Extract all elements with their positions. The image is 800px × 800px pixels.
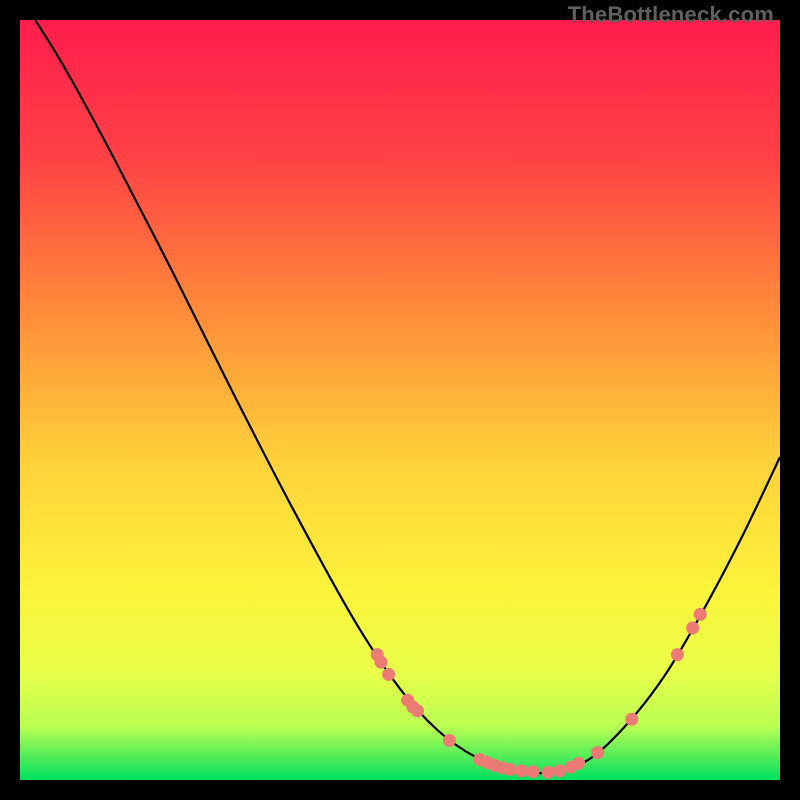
curve-marker (527, 765, 540, 778)
watermark-label: TheBottleneck.com (568, 2, 774, 28)
curve-marker (553, 764, 566, 777)
curve-marker (572, 757, 585, 770)
curve-marker (443, 734, 456, 747)
curve-marker (671, 648, 684, 661)
curve-marker (591, 746, 604, 759)
plot-area (20, 20, 780, 780)
curve-marker (542, 766, 555, 779)
gradient-background (20, 20, 780, 780)
curve-marker (504, 763, 517, 776)
curve-marker (382, 668, 395, 681)
curve-marker (625, 713, 638, 726)
curve-marker (686, 622, 699, 635)
curve-marker (694, 608, 707, 621)
chart-frame (20, 20, 780, 780)
curve-marker (411, 704, 424, 717)
curve-marker (375, 656, 388, 669)
chart-svg (20, 20, 780, 780)
curve-marker (515, 764, 528, 777)
